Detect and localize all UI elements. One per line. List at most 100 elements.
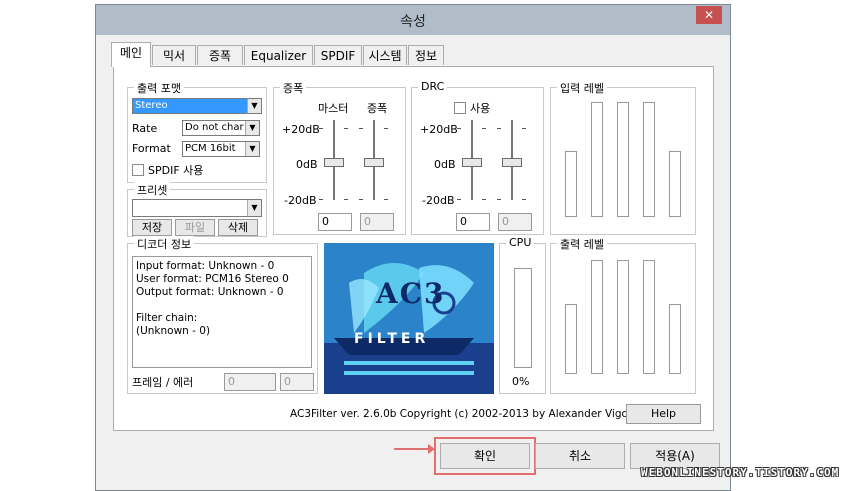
cpu-title: CPU — [506, 236, 535, 249]
logo-banner: FILTER — [354, 331, 430, 347]
tick-mark — [457, 199, 461, 200]
properties-window: 속성 ✕ 메인 믹서 증폭 Equalizer SPDIF 시스템 정보 출력 … — [95, 4, 731, 491]
rate-label: Rate — [132, 122, 158, 135]
output-level-meter — [643, 260, 655, 374]
file-preset-button[interactable]: 파일 — [175, 219, 215, 236]
save-preset-button[interactable]: 저장 — [132, 219, 172, 236]
cpu-value: 0% — [512, 375, 530, 388]
gain-col-label: 증폭 — [367, 102, 388, 115]
output-level-group: 출력 레벨 — [550, 236, 696, 394]
gain-tick-mid: 0dB — [296, 158, 318, 171]
tick-mark — [497, 199, 501, 200]
tick-mark — [319, 128, 323, 129]
master-value-input[interactable]: 0 — [318, 213, 352, 231]
input-level-meter — [617, 102, 629, 217]
gain-tick-bottom: -20dB — [284, 194, 317, 207]
output-level-meter — [591, 260, 603, 374]
tab-spdif[interactable]: SPDIF — [314, 45, 362, 65]
gain-title: 증폭 — [280, 80, 307, 96]
ac3filter-logo: AC3 FILTER — [324, 243, 494, 394]
output-level-meter — [565, 304, 577, 374]
decoder-info-text: Input format: Unknown - 0 User format: P… — [132, 256, 312, 368]
ok-button[interactable]: 확인 — [440, 443, 530, 469]
frames-errors-label: 프레임 / 에러 — [132, 376, 194, 389]
tick-mark — [344, 199, 348, 200]
gain-group: 증폭 마스터 증폭 +20dB 0dB -20dB 0 0 — [273, 80, 406, 235]
tab-gain[interactable]: 증폭 — [197, 45, 243, 65]
tick-mark — [359, 128, 363, 129]
input-level-meter — [591, 102, 603, 217]
logo-text: AC3 — [376, 277, 446, 310]
tick-mark — [344, 128, 348, 129]
drc-tick-bottom: -20dB — [422, 194, 455, 207]
drc-left-value-input[interactable]: 0 — [456, 213, 490, 231]
spdif-checkbox[interactable] — [132, 164, 144, 176]
input-level-meter — [565, 151, 577, 217]
tab-mixer[interactable]: 믹서 — [152, 45, 196, 65]
frames-value: 0 — [224, 373, 276, 391]
cpu-group: CPU 0% — [499, 236, 546, 394]
drc-left-slider-thumb[interactable] — [462, 158, 482, 167]
input-level-meter — [643, 102, 655, 217]
cancel-button[interactable]: 취소 — [535, 443, 625, 469]
tab-main[interactable]: 메인 — [111, 42, 151, 67]
presets-title: 프리셋 — [134, 182, 171, 198]
tab-info[interactable]: 정보 — [408, 45, 444, 65]
gain-slider-thumb[interactable] — [364, 158, 384, 167]
ship-logo-icon — [324, 243, 494, 394]
input-level-title: 입력 레벨 — [557, 80, 607, 96]
tick-mark — [384, 128, 388, 129]
input-level-group: 입력 레벨 — [550, 80, 696, 235]
master-slider-thumb[interactable] — [324, 158, 344, 167]
tab-equalizer[interactable]: Equalizer — [244, 45, 313, 65]
window-title: 속성 — [400, 14, 426, 30]
output-format-select[interactable]: Stereo ▼ — [132, 98, 262, 114]
delete-preset-button[interactable]: 삭제 — [218, 219, 258, 236]
chevron-down-icon: ▼ — [247, 99, 261, 113]
tick-mark — [359, 199, 363, 200]
drc-title: DRC — [418, 80, 448, 93]
chevron-down-icon: ▼ — [247, 200, 261, 216]
desktop-left — [0, 0, 95, 491]
errors-value: 0 — [280, 373, 314, 391]
output-level-meter — [669, 304, 681, 374]
main-tab-panel: 출력 포맷 Stereo ▼ Rate Do not char ▼ Format… — [113, 66, 714, 431]
spdif-label: SPDIF 사용 — [148, 164, 204, 177]
tick-mark — [482, 199, 486, 200]
tick-mark — [497, 128, 501, 129]
input-level-meter — [669, 151, 681, 217]
tick-mark — [482, 128, 486, 129]
tab-system[interactable]: 시스템 — [363, 45, 407, 65]
drc-right-value-input[interactable]: 0 — [498, 213, 532, 231]
drc-tick-top: +20dB — [420, 123, 458, 136]
format-value: PCM 16bit — [185, 143, 236, 154]
format-label: Format — [132, 142, 171, 155]
drc-use-label: 사용 — [470, 102, 491, 115]
format-select[interactable]: PCM 16bit ▼ — [182, 141, 260, 157]
chevron-down-icon: ▼ — [245, 121, 259, 135]
rate-value: Do not char — [185, 122, 244, 133]
cpu-meter — [514, 268, 532, 368]
decoder-info-group: 디코더 정보 Input format: Unknown - 0 User fo… — [127, 236, 318, 394]
output-format-title: 출력 포맷 — [134, 80, 184, 96]
output-level-title: 출력 레벨 — [557, 236, 607, 252]
arrow-indicator-icon — [394, 448, 430, 450]
gain-tick-top: +20dB — [282, 123, 320, 136]
preset-select[interactable]: ▼ — [132, 199, 262, 217]
copyright-text: AC3Filter ver. 2.6.0b Copyright (c) 2002… — [290, 408, 652, 420]
watermark: WEBONLINESTORY.TISTORY.COM — [641, 466, 840, 479]
drc-use-checkbox[interactable] — [454, 102, 466, 114]
rate-select[interactable]: Do not char ▼ — [182, 120, 260, 136]
tick-mark — [457, 128, 461, 129]
drc-right-slider-thumb[interactable] — [502, 158, 522, 167]
tick-mark — [319, 199, 323, 200]
presets-group: 프리셋 ▼ 저장 파일 삭제 — [127, 182, 267, 237]
tick-mark — [522, 199, 526, 200]
output-format-value: Stereo — [135, 100, 168, 111]
close-button[interactable]: ✕ — [696, 6, 722, 24]
master-col-label: 마스터 — [318, 102, 349, 115]
output-level-meter — [617, 260, 629, 374]
help-button[interactable]: Help — [626, 404, 701, 424]
chevron-down-icon: ▼ — [245, 142, 259, 156]
gain-value-input[interactable]: 0 — [360, 213, 394, 231]
